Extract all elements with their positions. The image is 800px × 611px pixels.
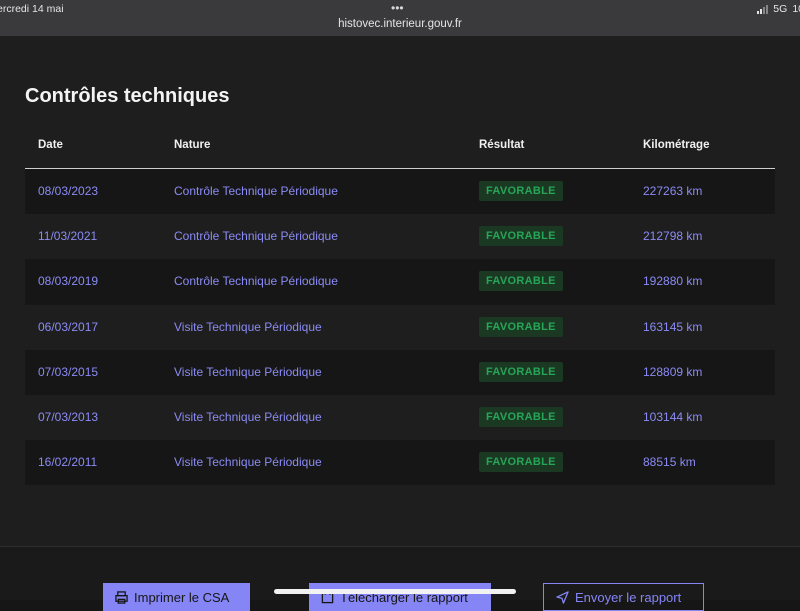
status-date: ercredi 14 mai [0,3,64,15]
download-report-button[interactable]: Télécharger le rapport [309,583,491,611]
battery-level: 10 [792,3,800,15]
table-row: 08/03/2023 Contrôle Technique Périodique… [25,169,775,215]
row-nature: Visite Technique Périodique [174,409,322,424]
result-badge: FAVORABLE [479,406,563,427]
row-nature: Contrôle Technique Périodique [174,184,338,198]
row-mileage: 212798 km [643,229,703,244]
row-date: 08/03/2023 [38,184,99,198]
table-row: 07/03/2015 Visite Technique Périodique F… [25,349,775,395]
table-header: Date Nature Résultat Kilométrage [25,130,775,169]
row-mileage: 88515 km [643,455,696,470]
result-badge: FAVORABLE [479,181,563,201]
status-indicators: 5G 10 [757,3,800,15]
home-indicator[interactable] [274,589,516,594]
result-badge: FAVORABLE [479,271,563,292]
header-result: Résultat [479,139,525,151]
row-nature: Contrôle Technique Périodique [174,274,338,289]
table-row: 08/03/2019 Contrôle Technique Périodique… [25,259,775,305]
result-badge: FAVORABLE [479,361,563,382]
result-badge: FAVORABLE [479,316,563,337]
row-date: 11/03/2021 [38,229,98,244]
status-bar: ercredi 14 mai ••• histovec.interieur.go… [0,0,800,36]
table-row: 16/02/2011 Visite Technique Périodique F… [25,440,775,486]
row-mileage: 128809 km [643,364,703,379]
row-mileage: 192880 km [643,274,703,289]
row-mileage: 163145 km [643,319,703,334]
header-nature: Nature [174,139,211,151]
send-report-label: Envoyer le rapport [575,589,682,605]
header-mileage: Kilométrage [643,139,710,151]
row-date: 06/03/2017 [38,319,99,334]
row-nature: Visite Technique Périodique [174,319,322,334]
header-date: Date [38,139,63,151]
address-bar-url[interactable]: histovec.interieur.gouv.fr [0,18,800,30]
main-content: Contrôles techniques Date Nature Résulta… [0,36,800,546]
row-date: 07/03/2015 [38,364,99,379]
row-nature: Visite Technique Périodique [174,364,322,379]
row-nature: Visite Technique Périodique [174,455,322,470]
table-row: 06/03/2017 Visite Technique Périodique F… [25,304,775,350]
table-row: 07/03/2013 Visite Technique Périodique F… [25,394,775,441]
printer-icon [115,590,128,604]
print-csa-button[interactable]: Imprimer le CSA [103,583,250,611]
table-row: 11/03/2021 Contrôle Technique Périodique… [25,214,775,260]
print-csa-label: Imprimer le CSA [134,589,230,605]
signal-icon [757,4,769,14]
result-badge: FAVORABLE [479,452,563,473]
row-date: 08/03/2019 [38,274,99,289]
network-type: 5G [773,3,788,15]
result-badge: FAVORABLE [479,226,563,247]
more-dots-icon[interactable]: ••• [391,1,404,15]
inspections-table: Date Nature Résultat Kilométrage 08/03/2… [25,130,775,486]
row-nature: Contrôle Technique Périodique [174,229,338,244]
send-arrow-icon [556,590,569,604]
send-report-button[interactable]: Envoyer le rapport [543,583,704,611]
row-date: 07/03/2013 [38,409,99,424]
row-mileage: 227263 km [643,184,703,198]
row-date: 16/02/2011 [38,455,98,470]
page-title: Contrôles techniques [25,85,230,107]
row-mileage: 103144 km [643,409,703,424]
